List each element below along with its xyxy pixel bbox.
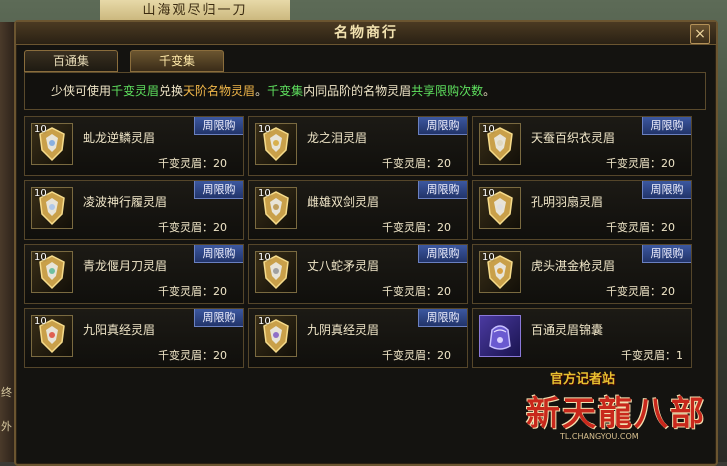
stack-count: 10 xyxy=(258,124,271,135)
shield-gem-icon: 10 xyxy=(255,315,297,357)
item-name: 雌雄双剑灵眉 xyxy=(307,195,380,209)
stack-count: 10 xyxy=(34,124,47,135)
shop-item[interactable]: 百通灵眉锦囊 千变灵眉：1 xyxy=(472,308,692,368)
item-price: 千变灵眉：20 xyxy=(382,349,451,362)
notice-part: 少侠可使用 xyxy=(51,84,112,98)
item-price: 千变灵眉：20 xyxy=(158,157,227,170)
left-fragment: 外 xyxy=(1,420,12,433)
shop-item[interactable]: 10 雌雄双剑灵眉 千变灵眉：20 周限购 xyxy=(248,180,468,240)
notice-box: 少侠可使用千变灵眉兑换天阶名物灵眉。千变集内同品阶的名物灵眉共享限购次数。 xyxy=(24,72,706,110)
weekly-limit-badge: 周限购 xyxy=(642,117,691,135)
title-bar[interactable]: 名物商行 × xyxy=(16,22,716,45)
shield-gem-icon: 10 xyxy=(255,187,297,229)
shop-item[interactable]: 10 丈八蛇矛灵眉 千变灵眉：20 周限购 xyxy=(248,244,468,304)
item-name: 九阴真经灵眉 xyxy=(307,323,380,337)
shop-item[interactable]: 10 九阳真经灵眉 千变灵眉：20 周限购 xyxy=(24,308,244,368)
item-name: 天蚕百织衣灵眉 xyxy=(531,131,616,145)
item-name: 凌波神行履灵眉 xyxy=(83,195,168,209)
item-name: 青龙偃月刀灵眉 xyxy=(83,259,168,273)
shop-item[interactable]: 10 孔明羽扇灵眉 千变灵眉：20 周限购 xyxy=(472,180,692,240)
item-price: 千变灵眉：20 xyxy=(158,349,227,362)
close-button[interactable]: × xyxy=(690,24,710,44)
shop-item[interactable]: 10 虬龙逆鳞灵眉 千变灵眉：20 周限购 xyxy=(24,116,244,176)
item-price: 千变灵眉：20 xyxy=(606,285,675,298)
watermark-url: TL.CHANGYOU.COM xyxy=(560,432,639,441)
notice-part: 兑换 xyxy=(159,84,184,98)
weekly-limit-badge: 周限购 xyxy=(194,245,243,263)
notice-part: 内同品阶的名物灵眉 xyxy=(303,84,412,98)
shop-item[interactable]: 10 天蚕百织衣灵眉 千变灵眉：20 周限购 xyxy=(472,116,692,176)
notice-part: 。 xyxy=(255,84,268,98)
shield-gem-icon: 10 xyxy=(255,251,297,293)
weekly-limit-badge: 周限购 xyxy=(642,181,691,199)
site-watermark: 官方记者站 新天龍八部 TL.CHANGYOU.COM xyxy=(520,368,727,462)
item-price: 千变灵眉：20 xyxy=(382,285,451,298)
item-price: 千变灵眉：20 xyxy=(382,157,451,170)
item-name: 孔明羽扇灵眉 xyxy=(531,195,604,209)
watermark-top-text: 官方记者站 xyxy=(550,372,616,387)
item-name: 龙之泪灵眉 xyxy=(307,131,368,145)
left-fragment: 终 xyxy=(1,386,12,399)
stack-count: 10 xyxy=(34,188,47,199)
shield-gem-icon: 10 xyxy=(31,187,73,229)
weekly-limit-badge: 周限购 xyxy=(418,309,467,327)
stack-count: 10 xyxy=(482,188,495,199)
shield-gem-icon: 10 xyxy=(31,315,73,357)
item-name: 丈八蛇矛灵眉 xyxy=(307,259,380,273)
notice-part: 共享限购次数 xyxy=(411,84,484,98)
shop-item[interactable]: 10 凌波神行履灵眉 千变灵眉：20 周限购 xyxy=(24,180,244,240)
shop-item[interactable]: 10 青龙偃月刀灵眉 千变灵眉：20 周限购 xyxy=(24,244,244,304)
notice-part: 天阶名物灵眉 xyxy=(183,84,256,98)
item-price: 千变灵眉：20 xyxy=(606,221,675,234)
item-price: 千变灵眉：20 xyxy=(606,157,675,170)
stack-count: 10 xyxy=(258,252,271,263)
shop-item[interactable]: 10 龙之泪灵眉 千变灵眉：20 周限购 xyxy=(248,116,468,176)
item-price: 千变灵眉：20 xyxy=(158,221,227,234)
weekly-limit-badge: 周限购 xyxy=(194,181,243,199)
shield-gem-icon: 10 xyxy=(479,187,521,229)
item-name: 九阳真经灵眉 xyxy=(83,323,156,337)
shield-gem-icon: 10 xyxy=(31,123,73,165)
shield-gem-icon: 10 xyxy=(479,123,521,165)
item-price: 千变灵眉：20 xyxy=(158,285,227,298)
weekly-limit-badge: 周限购 xyxy=(418,181,467,199)
shield-gem-icon: 10 xyxy=(255,123,297,165)
notice-text: 少侠可使用千变灵眉兑换天阶名物灵眉。千变集内同品阶的名物灵眉共享限购次数。 xyxy=(25,73,705,109)
shield-gem-icon: 10 xyxy=(479,251,521,293)
tab-baitongji[interactable]: 百通集 xyxy=(24,50,118,72)
notice-part: 千变灵眉 xyxy=(111,84,160,98)
item-price: 千变灵眉：1 xyxy=(621,349,683,362)
item-price: 千变灵眉：20 xyxy=(382,221,451,234)
notice-part: 。 xyxy=(483,84,496,98)
item-name: 虬龙逆鳞灵眉 xyxy=(83,131,156,145)
weekly-limit-badge: 周限购 xyxy=(418,117,467,135)
shop-item[interactable]: 10 九阴真经灵眉 千变灵眉：20 周限购 xyxy=(248,308,468,368)
notice-part: 千变集 xyxy=(267,84,304,98)
window-title: 名物商行 xyxy=(334,25,398,41)
shop-item[interactable]: 10 虎头湛金枪灵眉 千变灵眉：20 周限购 xyxy=(472,244,692,304)
item-name: 虎头湛金枪灵眉 xyxy=(531,259,616,273)
stack-count: 10 xyxy=(258,188,271,199)
stack-count: 10 xyxy=(258,316,271,327)
stack-count: 10 xyxy=(482,124,495,135)
stack-count: 10 xyxy=(34,252,47,263)
shield-gem-icon: 10 xyxy=(31,251,73,293)
weekly-limit-badge: 周限购 xyxy=(418,245,467,263)
item-name: 百通灵眉锦囊 xyxy=(531,323,604,337)
tab-qianbianji[interactable]: 千变集 xyxy=(130,50,224,72)
stack-count: 10 xyxy=(34,316,47,327)
weekly-limit-badge: 周限购 xyxy=(194,117,243,135)
weekly-limit-badge: 周限购 xyxy=(642,245,691,263)
game-logo: 新天龍八部 xyxy=(526,394,706,434)
stack-count: 10 xyxy=(482,252,495,263)
weekly-limit-badge: 周限购 xyxy=(194,309,243,327)
purple-pouch-icon xyxy=(479,315,521,357)
